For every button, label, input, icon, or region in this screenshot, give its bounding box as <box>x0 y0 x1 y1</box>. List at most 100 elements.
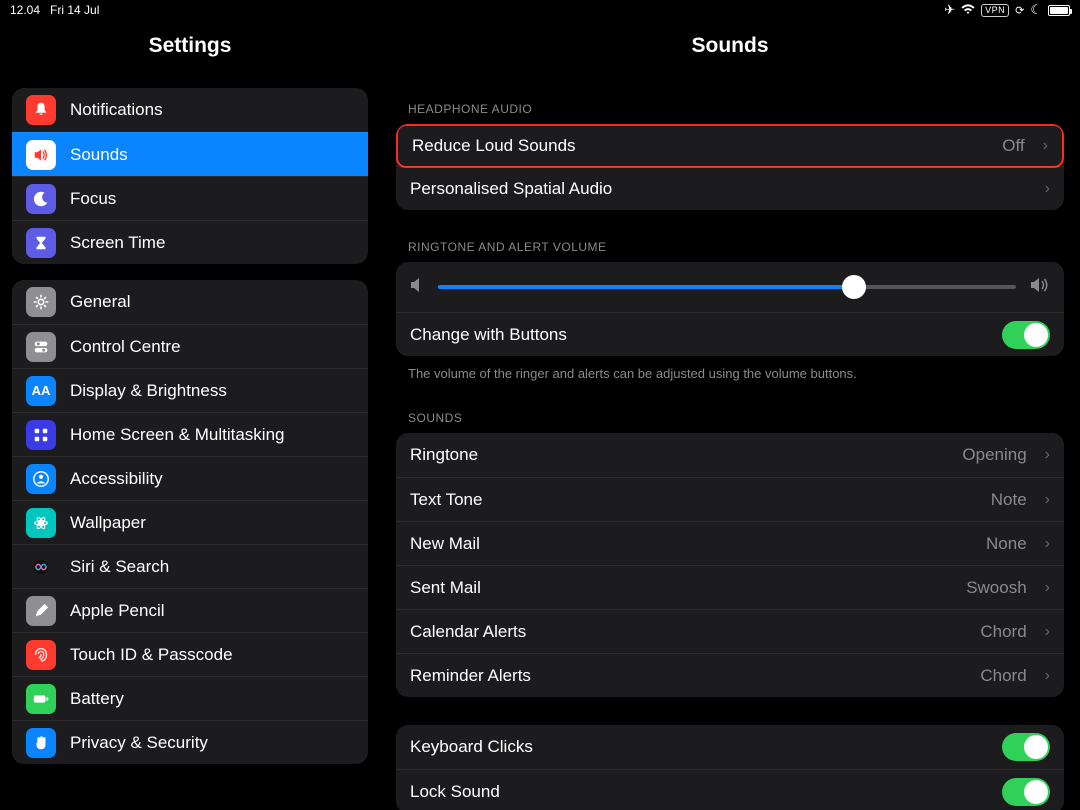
sound-value: Chord <box>980 622 1026 642</box>
sidebar-item-label: Home Screen & Multitasking <box>70 425 284 445</box>
chevron-right-icon: › <box>1045 535 1050 553</box>
label-lock-sound: Lock Sound <box>410 782 990 802</box>
volume-slider[interactable] <box>438 285 1016 289</box>
sidebar-item-label: Display & Brightness <box>70 381 227 401</box>
speaker-icon <box>26 140 56 170</box>
sidebar-item-home-screen-multitasking[interactable]: Home Screen & Multitasking <box>12 412 368 456</box>
sidebar-item-sounds[interactable]: Sounds <box>12 132 368 176</box>
header-headphone-audio: HEADPHONE AUDIO <box>408 102 1064 116</box>
chevron-right-icon: › <box>1045 491 1050 509</box>
pencil-icon <box>26 596 56 626</box>
sidebar-item-label: Touch ID & Passcode <box>70 645 233 665</box>
chevron-right-icon: › <box>1045 579 1050 597</box>
note-change-buttons: The volume of the ringer and alerts can … <box>408 366 1052 381</box>
orientation-lock-icon: ⟳ <box>1015 4 1024 17</box>
status-bar: 12.04 Fri 14 Jul ✈︎ VPN ⟳ ☾ <box>0 0 1080 20</box>
row-sound-sent-mail[interactable]: Sent Mail Swoosh › <box>396 565 1064 609</box>
sidebar-item-screen-time[interactable]: Screen Time <box>12 220 368 264</box>
label-change-buttons: Change with Buttons <box>410 325 990 345</box>
toggles-icon <box>26 332 56 362</box>
sidebar-item-siri-search[interactable]: Siri & Search <box>12 544 368 588</box>
person-icon <box>26 464 56 494</box>
status-time: 12.04 <box>10 3 40 17</box>
toggle-lock-sound[interactable] <box>1002 778 1050 806</box>
sound-label: Text Tone <box>410 490 979 510</box>
toggle-keyboard-clicks[interactable] <box>1002 733 1050 761</box>
siri-icon <box>26 552 56 582</box>
sound-label: Ringtone <box>410 445 950 465</box>
sidebar-item-general[interactable]: General <box>12 280 368 324</box>
sidebar-item-battery[interactable]: Battery <box>12 676 368 720</box>
sidebar-item-label: Apple Pencil <box>70 601 165 621</box>
volume-slider-row <box>396 262 1064 312</box>
sidebar-item-display-brightness[interactable]: AA Display & Brightness <box>12 368 368 412</box>
row-keyboard-clicks: Keyboard Clicks <box>396 725 1064 769</box>
battery-icon <box>1048 5 1070 16</box>
vpn-badge: VPN <box>981 4 1009 17</box>
sound-value: None <box>986 534 1027 554</box>
sidebar-item-touch-id-passcode[interactable]: Touch ID & Passcode <box>12 632 368 676</box>
grid-icon <box>26 420 56 450</box>
row-sound-text-tone[interactable]: Text Tone Note › <box>396 477 1064 521</box>
gear-icon <box>26 287 56 317</box>
sound-value: Note <box>991 490 1027 510</box>
sidebar-item-apple-pencil[interactable]: Apple Pencil <box>12 588 368 632</box>
airplane-icon: ✈︎ <box>944 2 955 18</box>
sidebar-item-control-centre[interactable]: Control Centre <box>12 324 368 368</box>
sidebar-item-label: Control Centre <box>70 337 181 357</box>
slider-thumb[interactable] <box>842 275 866 299</box>
battery-icon <box>26 684 56 714</box>
status-date: Fri 14 Jul <box>50 3 99 17</box>
sidebar-item-accessibility[interactable]: Accessibility <box>12 456 368 500</box>
AA-icon: AA <box>26 376 56 406</box>
row-sound-new-mail[interactable]: New MailNone› <box>396 521 1064 565</box>
chevron-right-icon: › <box>1043 137 1048 155</box>
sound-label: Reminder Alerts <box>410 666 968 686</box>
row-reduce-loud-sounds[interactable]: Reduce Loud Sounds Off › <box>396 124 1064 168</box>
speaker-low-icon <box>410 277 424 298</box>
sidebar-item-label: Privacy & Security <box>70 733 208 753</box>
sound-value: Swoosh <box>966 578 1026 598</box>
sidebar-item-wallpaper[interactable]: Wallpaper <box>12 500 368 544</box>
header-ringtone-volume: RINGTONE AND ALERT VOLUME <box>408 240 1064 254</box>
sound-value: Opening <box>962 445 1026 465</box>
header-sounds: SOUNDS <box>408 411 1064 425</box>
sidebar-item-notifications[interactable]: Notifications <box>12 88 368 132</box>
wifi-icon <box>961 3 975 18</box>
row-spatial-audio[interactable]: Personalised Spatial Audio › <box>396 166 1064 210</box>
sounds-panel: Sounds HEADPHONE AUDIO Reduce Loud Sound… <box>380 20 1080 810</box>
speaker-high-icon <box>1030 277 1050 298</box>
bell-icon <box>26 95 56 125</box>
moon-icon <box>26 184 56 214</box>
row-sound-reminder-alerts[interactable]: Reminder AlertsChord› <box>396 653 1064 697</box>
main-title: Sounds <box>380 20 1080 72</box>
sidebar-group-1: Notifications Sounds Focus Screen Time <box>12 88 368 264</box>
chevron-right-icon: › <box>1045 623 1050 641</box>
sidebar-item-label: Battery <box>70 689 124 709</box>
row-lock-sound: Lock Sound <box>396 769 1064 810</box>
sidebar-item-privacy-security[interactable]: Privacy & Security <box>12 720 368 764</box>
settings-sidebar: Settings Notifications Sounds Focus Screen … <box>0 20 380 810</box>
flower-icon <box>26 508 56 538</box>
hourglass-icon <box>26 228 56 258</box>
row-change-with-buttons: Change with Buttons <box>396 312 1064 356</box>
chevron-right-icon: › <box>1045 180 1050 198</box>
row-sound-calendar-alerts[interactable]: Calendar AlertsChord› <box>396 609 1064 653</box>
label-spatial: Personalised Spatial Audio <box>410 179 1027 199</box>
value-reduce-loud: Off <box>1002 136 1024 156</box>
sidebar-group-2: General Control Centre AA Display & Brightn… <box>12 280 368 764</box>
sidebar-item-label: Notifications <box>70 100 163 120</box>
sidebar-item-focus[interactable]: Focus <box>12 176 368 220</box>
sound-label: Sent Mail <box>410 578 954 598</box>
sidebar-item-label: Sounds <box>70 145 128 165</box>
label-keyboard-clicks: Keyboard Clicks <box>410 737 990 757</box>
sidebar-title: Settings <box>12 20 368 72</box>
hand-icon <box>26 728 56 758</box>
sidebar-item-label: Screen Time <box>70 233 165 253</box>
sidebar-item-label: Siri & Search <box>70 557 169 577</box>
chevron-right-icon: › <box>1045 667 1050 685</box>
row-sound-ringtone[interactable]: RingtoneOpening› <box>396 433 1064 477</box>
finger-icon <box>26 640 56 670</box>
toggle-change-with-buttons[interactable] <box>1002 321 1050 349</box>
sidebar-item-label: General <box>70 292 130 312</box>
